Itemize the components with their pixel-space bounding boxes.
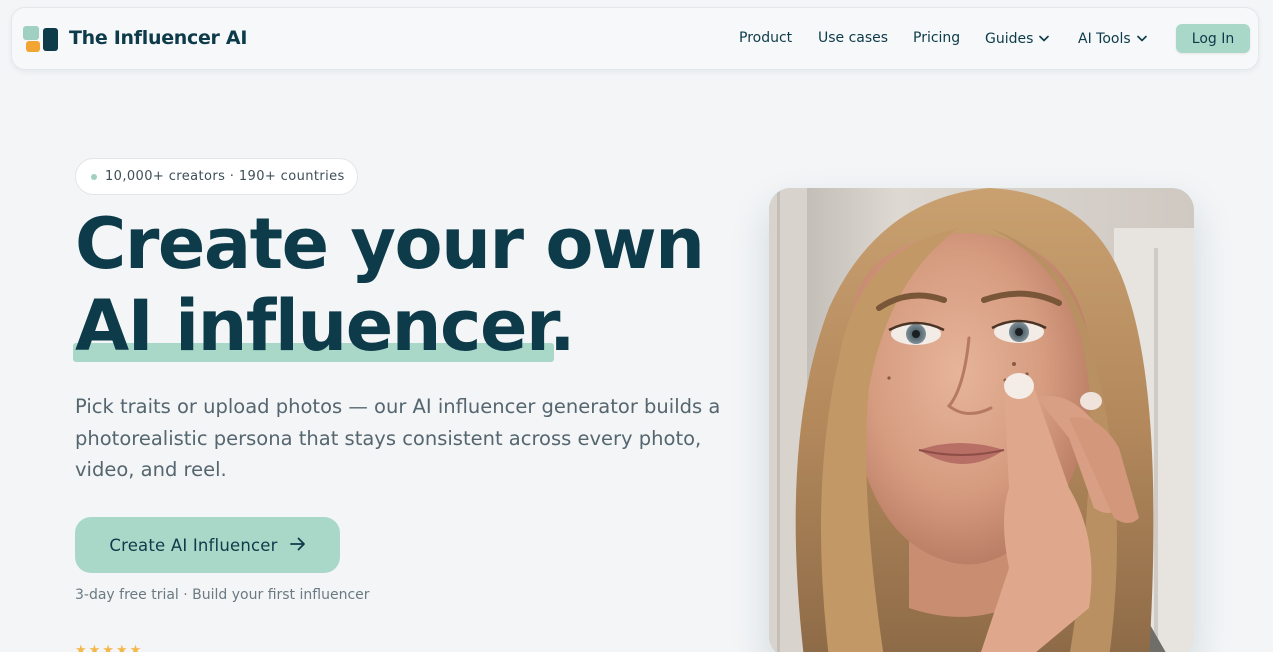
nav-guides-label: Guides (985, 31, 1034, 47)
nav-ai-tools-label: AI Tools (1078, 31, 1131, 47)
badge-text: 10,000+ creators · 190+ countries (105, 169, 345, 184)
badge-dot-icon (91, 173, 97, 180)
hero-influencer-photo (769, 188, 1194, 652)
brand-logo-icon[interactable] (23, 26, 59, 52)
top-navbar: The Influencer AI Product Use cases Pric… (11, 7, 1259, 70)
nav-use-cases[interactable]: Use cases (818, 30, 888, 46)
nav-pricing[interactable]: Pricing (913, 30, 960, 46)
hero-subtitle: Pick traits or upload photos — our AI in… (75, 395, 721, 481)
login-button[interactable]: Log In (1176, 24, 1250, 53)
create-influencer-button[interactable]: Create AI Influencer (75, 517, 340, 573)
nav-guides[interactable]: Guides (985, 30, 1050, 47)
social-proof-badge: 10,000+ creators · 190+ countries (75, 158, 358, 195)
hero-title-line2: AI influencer. (75, 285, 576, 367)
nav-ai-tools[interactable]: AI Tools (1078, 30, 1147, 47)
cta-label: Create AI Influencer (109, 535, 278, 555)
nav-product[interactable]: Product (739, 30, 792, 46)
chevron-down-icon (1039, 30, 1050, 46)
rating-stars: ★★★★★ (75, 643, 144, 652)
trial-note: 3-day free trial · Build your first infl… (75, 587, 370, 603)
hero-title-line1: Create your own (75, 203, 705, 285)
arrow-right-icon (278, 536, 306, 555)
chevron-down-icon (1136, 30, 1147, 46)
brand-name[interactable]: The Influencer AI (69, 27, 247, 49)
